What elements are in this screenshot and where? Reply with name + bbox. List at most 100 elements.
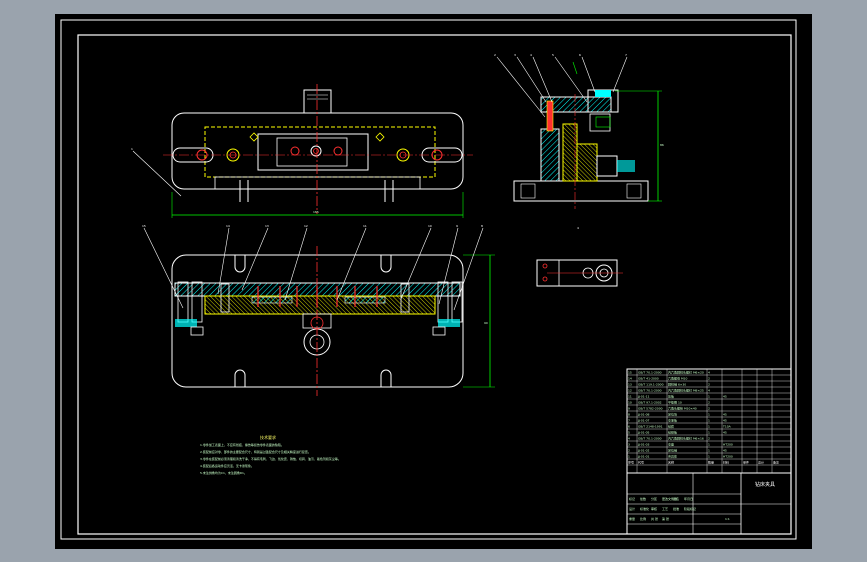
bom-cell: GB/T 119.1-2000 <box>638 383 664 387</box>
side-view-leader-label-6: 6 <box>579 53 581 57</box>
bom-cell: 12 <box>628 389 632 393</box>
bom-cell: 6 <box>628 425 630 429</box>
bom-cell: 钻模板 <box>668 430 677 435</box>
bom-cell: 45 <box>723 419 727 423</box>
bom-cell: 45 <box>723 449 727 453</box>
bom-cell: 平垫圈 10 <box>668 400 682 405</box>
side-view-leader-label-7: 7 <box>625 53 627 57</box>
bom-cell: HT200 <box>723 455 733 459</box>
bom-cell: GB/T 41-2000 <box>638 377 659 381</box>
plan-view-top-slot-left <box>234 255 246 273</box>
bom-cell: JJ-01-03 <box>637 443 650 447</box>
front-view-dimension: 185 <box>313 210 319 214</box>
plan-view-body-outline <box>171 254 464 388</box>
bom-header-cell: 序号 <box>628 460 634 465</box>
title-block-cell: 标记 <box>629 496 635 501</box>
side-view-nut <box>596 155 618 177</box>
title-block-cell: 第 张 <box>662 516 669 521</box>
front-view-bushing-3 <box>333 146 343 156</box>
cad-viewport[interactable]: 185 1 8 6 2 3 4 5 6 7 4 90 15 14 13 12 11… <box>55 14 812 549</box>
bom-cell: 14 <box>628 377 632 381</box>
title-block-cell: 分区 <box>651 496 657 501</box>
title-block-cell: 重量 <box>629 516 635 521</box>
title-block-cell: 年月日 <box>684 496 693 501</box>
bom-cell: 六角头螺栓 M10×40 <box>668 406 697 411</box>
bom-header-cell: 单件 <box>743 460 749 465</box>
bom-cell: 支承板 <box>668 418 677 423</box>
title-block-cell: 标准化 <box>640 506 649 511</box>
plan-view-section-base <box>204 295 436 315</box>
bom-cell: GB/T 70.1-2000 <box>638 389 662 393</box>
plan-view-leader-label-12: 12 <box>304 224 308 228</box>
title-block-cell: 审核 <box>651 506 657 511</box>
bom-cell: 4 <box>708 371 710 375</box>
title-block-cell: 签名 <box>673 496 679 501</box>
bom-header-cell: 总计 <box>758 460 764 465</box>
title-block-cell: 批准 <box>673 506 679 511</box>
plan-view-top-slot-right <box>380 255 392 273</box>
plan-view-leader-label-15: 15 <box>142 224 146 228</box>
bom-cell: 1 <box>708 455 710 459</box>
bom-cell: 内六角圆柱头螺钉 M6×16 <box>668 436 704 441</box>
title-block-cell: 共 张 <box>651 516 658 521</box>
bom-cell: GB/T 97.1-2002 <box>638 401 662 405</box>
tech-req-line-4: 4.装配后各运动件应灵活，无卡滞现象。 <box>200 463 254 468</box>
bom-cell: JJ-01-11 <box>637 395 650 399</box>
bom-header-cell: 名称 <box>668 460 674 465</box>
side-view-leader-label-3: 3 <box>514 53 516 57</box>
front-view-leader-label-1: 1 <box>131 147 133 151</box>
bom-cell: 1 <box>708 443 710 447</box>
bom-cell: 2 <box>708 377 710 381</box>
bom-cell: 1 <box>628 455 630 459</box>
bom-header-cell: 备注 <box>773 460 779 465</box>
side-view-screw <box>546 100 554 132</box>
front-view-body-outline <box>171 112 464 190</box>
side-view-upright <box>540 128 560 182</box>
bom-cell: 15 <box>628 371 632 375</box>
side-view-leader-label-5: 5 <box>552 53 554 57</box>
sheet-outer-border <box>60 19 797 540</box>
side-view-leader-label-4: 4 <box>530 53 532 57</box>
bom-cell: T10A <box>722 425 732 429</box>
title-block-name: 钻床夹具 <box>755 481 775 488</box>
front-view-center-window <box>276 137 348 167</box>
bom-cell: 1 <box>708 419 710 423</box>
bom-cell: HT200 <box>723 443 733 447</box>
front-view-top-knob <box>303 89 332 114</box>
plan-view-dimension: 90 <box>484 321 488 325</box>
detail-view-label: 4 <box>577 226 579 230</box>
bom-cell: 2 <box>708 437 710 441</box>
bom-cell: 3 <box>628 443 630 447</box>
bom-header-cell: 材料 <box>723 460 729 465</box>
plan-view: 90 15 14 13 12 11 10 9 8 <box>142 224 495 396</box>
bom-cell: 内六角圆柱头螺钉 M8×25 <box>668 388 704 393</box>
title-block-cell: 处数 <box>640 496 646 501</box>
tech-req-line-1: 1.零件加工表面上，不应有划痕、擦伤等损伤零件表面的缺陷。 <box>200 442 284 447</box>
bom-cell: 9 <box>628 407 630 411</box>
front-view-bushing-1 <box>290 146 300 156</box>
bom-cell: 13 <box>628 383 632 387</box>
bom-cell: 4 <box>708 389 710 393</box>
bom-cell: 45 <box>723 431 727 435</box>
plan-view-leader-label-8: 8 <box>481 224 483 228</box>
bom-cell: 7 <box>628 419 630 423</box>
bom-cell: 2 <box>628 449 630 453</box>
plan-view-bottom-slot-left <box>234 369 246 387</box>
detail-view: 4 <box>536 226 623 287</box>
title-block: 钻床夹具 1:1 标记 处数 分区 更改文件号签名 年月日设计 标准化 审核 工艺 批准 阶段标记… <box>626 472 792 535</box>
bom-cell: 45 <box>723 395 727 399</box>
tech-req-line-5: 5.未注倒角均为C1，未注圆角R1。 <box>200 470 247 475</box>
bom-cell: JJ-01-01 <box>637 455 650 459</box>
side-view-tolerance-box <box>595 116 611 128</box>
bom-cell: 1 <box>708 395 710 399</box>
plan-view-bottom-slot-right <box>380 369 392 387</box>
front-view: 185 1 <box>131 84 473 218</box>
plan-view-leader-label-13: 13 <box>265 224 269 228</box>
plan-view-leader-label-14: 14 <box>226 224 230 228</box>
side-view-leader-label-2: 2 <box>494 53 496 57</box>
bom-cell: 支座 <box>668 442 674 447</box>
plan-view-leader-label-9: 9 <box>456 224 458 228</box>
bom-cell: JJ-01-02 <box>637 449 650 453</box>
tech-requirements: 技术要求 1.零件加工表面上，不应有划痕、擦伤等损伤零件表面的缺陷。 2.装配前… <box>200 434 341 475</box>
bom-cell: 1 <box>708 413 710 417</box>
